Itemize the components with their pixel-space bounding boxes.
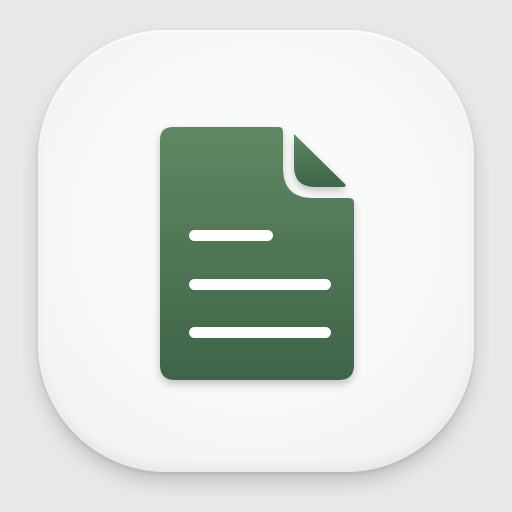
- text-line-1: [189, 230, 273, 241]
- document-icon: [160, 127, 354, 380]
- document-folded-corner: [294, 134, 346, 187]
- text-line-3: [189, 327, 331, 338]
- text-line-2: [189, 279, 331, 290]
